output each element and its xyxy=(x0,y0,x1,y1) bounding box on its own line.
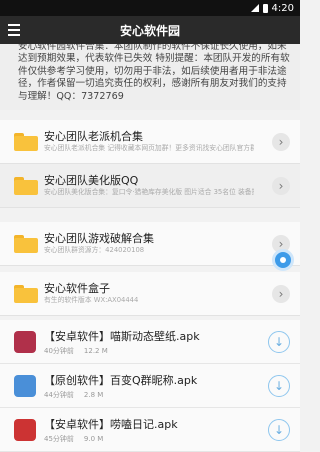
folder-desc: 有生的软件版本 WX:AX04444 xyxy=(44,296,139,304)
folder-desc: 安心团队老派机合集 记得收藏本网页加群！更多资讯找安心团队官方群：4540201… xyxy=(44,144,254,152)
signal-icon xyxy=(250,4,259,12)
apk-size: 2.8 M xyxy=(83,391,104,399)
app-icon xyxy=(14,331,36,353)
apk-meta: 44分钟前 2.8 M xyxy=(44,390,113,400)
apk-item[interactable]: 【安卓软件】唠嗑日记.apk 45分钟前 9.0 M ↓ xyxy=(0,408,300,452)
chevron-right-icon[interactable]: › xyxy=(272,132,290,151)
divider xyxy=(0,110,300,120)
apk-item[interactable]: 【原创软件】百变Q群昵称.apk 44分钟前 2.8 M ↓ xyxy=(0,364,300,408)
notice-banner: 安心软件园软件合集：本团队制作的软件不保证长久使用，如未达到预期效果，代表软件已… xyxy=(0,44,300,110)
folder-desc: 安心团队美化版合集：复口令·猎艳库存美化版 图片适合 35名位 装备搜索系统资源… xyxy=(44,188,254,196)
apk-item[interactable]: 【安卓软件】喵斯动态壁纸.apk 40分钟前 12.2 M ↓ xyxy=(0,320,300,364)
folder-item[interactable]: 安心团队老派机合集 安心团队老派机合集 记得收藏本网页加群！更多资讯找安心团队官… xyxy=(0,120,300,164)
status-bar: 4:20 xyxy=(0,0,300,16)
apk-size: 12.2 M xyxy=(83,347,108,355)
app-icon xyxy=(14,375,36,397)
folder-name: 安心团队游戏破解合集 xyxy=(44,232,154,245)
page-title: 安心软件园 xyxy=(119,23,180,38)
folder-item[interactable]: 安心软件盒子 有生的软件版本 WX:AX04444 › xyxy=(0,272,300,316)
download-icon[interactable]: ↓ xyxy=(268,419,290,441)
folder-icon xyxy=(14,284,38,303)
battery-icon xyxy=(262,3,268,13)
folder-desc: 安心团队群资源方：424020108 xyxy=(44,246,145,254)
folder-icon xyxy=(14,176,38,195)
notice-text: 安心软件园软件合集：本团队制作的软件不保证长久使用，如未达到预期效果，代表软件已… xyxy=(18,44,290,102)
folder-icon xyxy=(14,132,38,151)
folder-name: 安心团队美化版QQ xyxy=(44,174,139,187)
apk-size: 9.0 M xyxy=(83,435,104,443)
folder-item[interactable]: 安心团队游戏破解合集 安心团队群资源方：424020108 › xyxy=(0,222,300,266)
dot-icon xyxy=(280,257,286,263)
folder-icon xyxy=(14,234,38,253)
apk-time: 45分钟前 xyxy=(44,435,74,443)
apk-time: 44分钟前 xyxy=(44,391,74,399)
apk-name: 【原创软件】百变Q群昵称.apk xyxy=(44,374,198,387)
apk-name: 【安卓软件】喵斯动态壁纸.apk xyxy=(44,330,200,343)
folder-name: 安心团队老派机合集 xyxy=(44,130,143,143)
download-icon[interactable]: ↓ xyxy=(268,375,290,397)
floating-action-button[interactable] xyxy=(272,249,294,271)
apk-name: 【安卓软件】唠嗑日记.apk xyxy=(44,418,178,431)
chevron-right-icon[interactable]: › xyxy=(272,176,290,195)
download-icon[interactable]: ↓ xyxy=(268,331,290,353)
chevron-right-icon[interactable]: › xyxy=(272,284,290,303)
status-time: 4:20 xyxy=(271,2,294,14)
app-bar: 安心软件园 xyxy=(0,16,300,44)
apk-time: 40分钟前 xyxy=(44,347,74,355)
apk-meta: 40分钟前 12.2 M xyxy=(44,346,118,356)
folder-item[interactable]: 安心团队美化版QQ 安心团队美化版合集：复口令·猎艳库存美化版 图片适合 35名… xyxy=(0,164,300,208)
folder-name: 安心软件盒子 xyxy=(44,282,110,295)
app-icon xyxy=(14,419,36,441)
apk-meta: 45分钟前 9.0 M xyxy=(44,434,113,444)
